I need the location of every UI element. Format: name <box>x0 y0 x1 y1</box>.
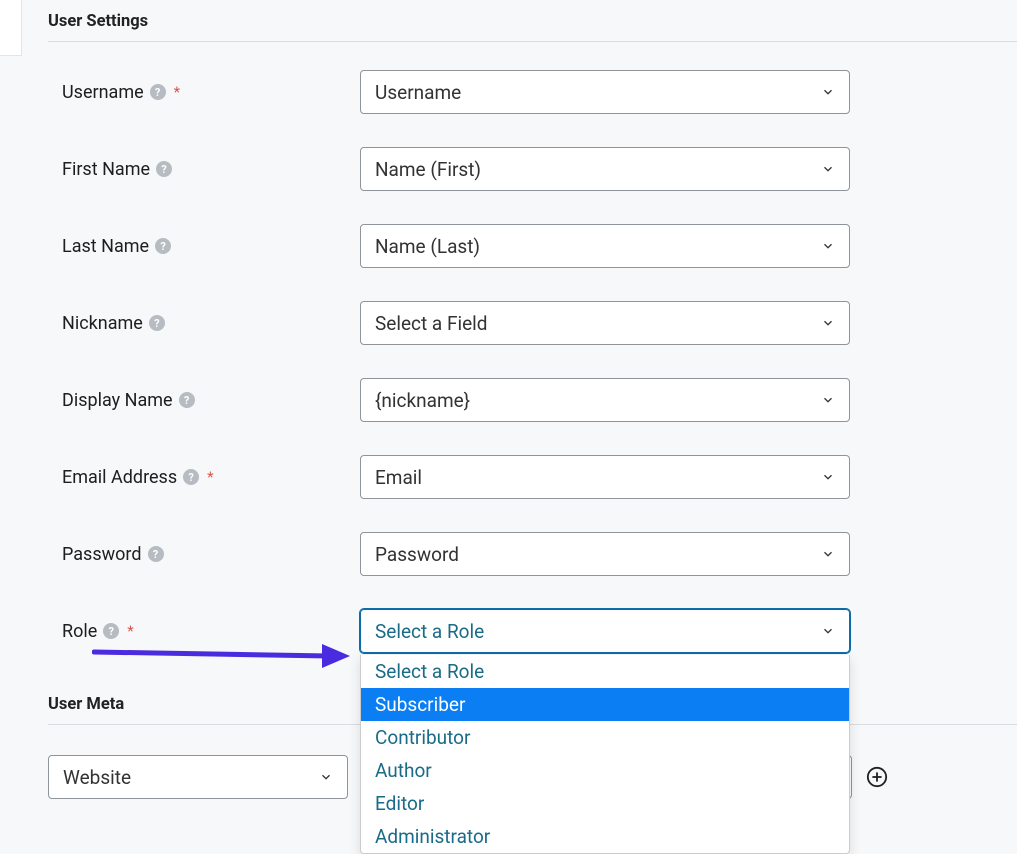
required-marker: * <box>174 83 180 101</box>
select-value: Username <box>375 81 821 104</box>
select-value: Website <box>63 766 319 789</box>
row-role: Role ? * Select a Role Select a Role Sub… <box>48 609 1017 653</box>
left-panel-edge <box>0 0 22 56</box>
label-last-name: Last Name <box>62 236 149 257</box>
section-title-user-settings: User Settings <box>48 0 1017 41</box>
label-display-name: Display Name <box>62 390 173 411</box>
select-email[interactable]: Email <box>360 455 850 499</box>
role-option[interactable]: Administrator <box>361 820 849 853</box>
help-icon[interactable]: ? <box>149 315 165 331</box>
select-display-name[interactable]: {nickname} <box>360 378 850 422</box>
select-nickname[interactable]: Select a Field <box>360 301 850 345</box>
row-password: Password ? Password <box>48 532 1017 576</box>
select-value: {nickname} <box>375 389 821 412</box>
label-password: Password <box>62 544 142 565</box>
help-icon[interactable]: ? <box>103 623 119 639</box>
required-marker: * <box>127 622 133 640</box>
row-last-name: Last Name ? Name (Last) <box>48 224 1017 268</box>
row-username: Username ? * Username <box>48 70 1017 114</box>
row-email: Email Address ? * Email <box>48 455 1017 499</box>
help-icon[interactable]: ? <box>179 392 195 408</box>
label-role: Role <box>62 621 97 642</box>
chevron-down-icon <box>821 624 835 638</box>
select-value: Password <box>375 543 821 566</box>
help-icon[interactable]: ? <box>183 469 199 485</box>
select-value: Email <box>375 466 821 489</box>
select-value: Name (First) <box>375 158 821 181</box>
role-dropdown: Select a Role Subscriber Contributor Aut… <box>360 655 850 854</box>
select-value: Select a Field <box>375 312 821 335</box>
role-option[interactable]: Contributor <box>361 721 849 754</box>
chevron-down-icon <box>319 770 333 784</box>
help-icon[interactable]: ? <box>150 84 166 100</box>
help-icon[interactable]: ? <box>155 238 171 254</box>
label-nickname: Nickname <box>62 313 143 334</box>
role-option[interactable]: Subscriber <box>361 688 849 721</box>
main-container: User Settings Username ? * Username Firs… <box>0 0 1017 799</box>
chevron-down-icon <box>821 162 835 176</box>
role-option[interactable]: Editor <box>361 787 849 820</box>
add-meta-button[interactable] <box>866 766 888 788</box>
row-nickname: Nickname ? Select a Field <box>48 301 1017 345</box>
chevron-down-icon <box>821 316 835 330</box>
chevron-down-icon <box>821 470 835 484</box>
select-value: Name (Last) <box>375 235 821 258</box>
label-wrap: Role ? * <box>48 621 360 642</box>
chevron-down-icon <box>821 85 835 99</box>
label-username: Username <box>62 82 144 103</box>
label-wrap: Email Address ? * <box>48 467 360 488</box>
label-email: Email Address <box>62 467 177 488</box>
label-wrap: Last Name ? <box>48 236 360 257</box>
row-display-name: Display Name ? {nickname} <box>48 378 1017 422</box>
label-wrap: Username ? * <box>48 82 360 103</box>
help-icon[interactable]: ? <box>148 546 164 562</box>
select-password[interactable]: Password <box>360 532 850 576</box>
label-first-name: First Name <box>62 159 150 180</box>
label-wrap: Password ? <box>48 544 360 565</box>
label-wrap: Nickname ? <box>48 313 360 334</box>
meta-select-left[interactable]: Website <box>48 755 348 799</box>
help-icon[interactable]: ? <box>156 161 172 177</box>
role-option[interactable]: Author <box>361 754 849 787</box>
chevron-down-icon <box>821 393 835 407</box>
row-first-name: First Name ? Name (First) <box>48 147 1017 191</box>
select-username[interactable]: Username <box>360 70 850 114</box>
chevron-down-icon <box>821 547 835 561</box>
select-last-name[interactable]: Name (Last) <box>360 224 850 268</box>
select-value: Select a Role <box>375 620 821 643</box>
required-marker: * <box>207 468 213 486</box>
label-wrap: First Name ? <box>48 159 360 180</box>
label-wrap: Display Name ? <box>48 390 360 411</box>
select-role[interactable]: Select a Role Select a Role Subscriber C… <box>360 609 850 653</box>
role-option[interactable]: Select a Role <box>361 655 849 688</box>
select-first-name[interactable]: Name (First) <box>360 147 850 191</box>
chevron-down-icon <box>821 239 835 253</box>
section-divider <box>48 41 1017 42</box>
